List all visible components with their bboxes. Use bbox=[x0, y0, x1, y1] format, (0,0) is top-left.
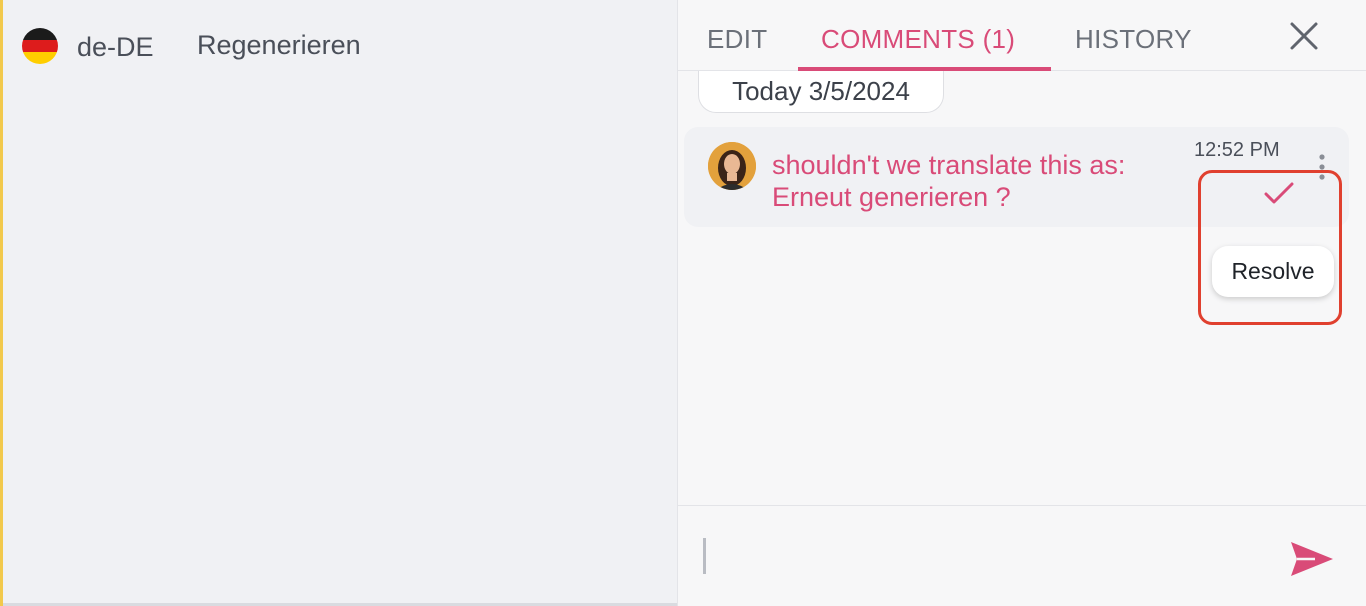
translation-text[interactable]: Regenerieren bbox=[197, 30, 361, 61]
date-separator: Today 3/5/2024 bbox=[698, 71, 944, 113]
resolve-tooltip: Resolve bbox=[1212, 246, 1334, 297]
comment-input[interactable] bbox=[708, 528, 1272, 586]
resolve-check-icon[interactable] bbox=[1262, 179, 1296, 207]
panel-tabs: EDIT COMMENTS (1) HISTORY bbox=[678, 0, 1366, 71]
send-button[interactable] bbox=[1289, 539, 1335, 579]
translation-editor-pane: de-DE Regenerieren bbox=[0, 0, 680, 606]
avatar bbox=[708, 142, 756, 190]
comments-panel: EDIT COMMENTS (1) HISTORY Today 3/5/2024… bbox=[677, 0, 1366, 606]
send-icon bbox=[1291, 542, 1333, 576]
tab-comments[interactable]: COMMENTS (1) bbox=[821, 24, 1015, 55]
text-caret bbox=[703, 538, 706, 574]
comment-timestamp: 12:52 PM bbox=[1194, 139, 1280, 161]
comment-item: shouldn't we translate this as: Erneut g… bbox=[684, 127, 1349, 227]
comment-text: shouldn't we translate this as: Erneut g… bbox=[772, 150, 1126, 212]
tab-history[interactable]: HISTORY bbox=[1075, 24, 1192, 55]
tab-edit[interactable]: EDIT bbox=[707, 24, 767, 55]
close-button[interactable] bbox=[1286, 18, 1322, 54]
language-code: de-DE bbox=[77, 32, 154, 62]
close-icon bbox=[1290, 22, 1318, 50]
comment-composer bbox=[678, 505, 1366, 606]
german-flag-icon bbox=[22, 28, 58, 64]
more-options-icon[interactable] bbox=[1317, 153, 1327, 183]
